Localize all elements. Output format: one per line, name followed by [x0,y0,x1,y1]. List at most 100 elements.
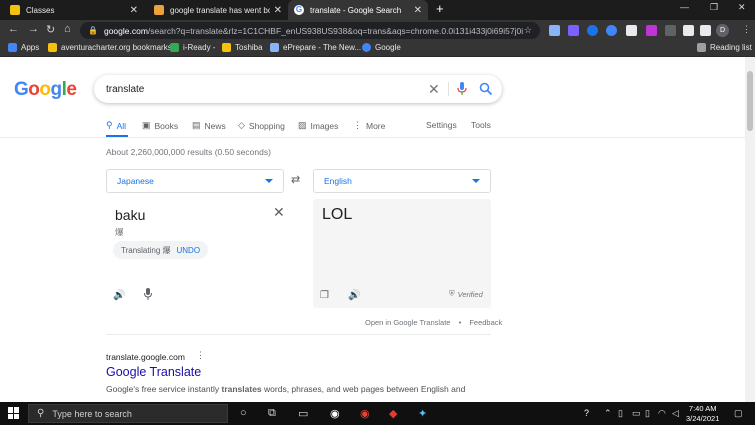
bookmark-toshiba[interactable]: Toshiba [222,43,263,52]
tab-label: Books [154,120,179,131]
bookmark-star-icon[interactable]: ☆ [524,25,532,36]
help-icon[interactable]: ? [584,408,589,418]
clock-time: 7:40 AM [688,404,717,413]
extension-icon[interactable] [665,25,676,36]
scrollbar-thumb[interactable] [747,71,753,131]
browser-tab-classes[interactable]: Classes ✕ [4,0,144,20]
home-icon[interactable]: ⌂ [64,23,71,35]
profile-avatar[interactable]: D [716,24,729,37]
browser-tab-bonkers[interactable]: google translate has went bonkers ✕ [148,0,288,20]
bookmark-eprepare[interactable]: ePrepare - The New... [270,43,361,52]
clear-search-icon[interactable]: ✕ [428,81,440,98]
source-language-select[interactable]: Japanese [106,169,284,193]
back-arrow-icon[interactable]: ← [8,23,19,35]
google-logo[interactable]: Google [14,79,77,101]
target-language-label: English [324,176,352,186]
new-tab-button[interactable]: + [436,1,444,16]
restore-icon[interactable]: ❐ [710,2,718,13]
roblox-icon[interactable]: ◆ [389,407,397,420]
extension-icon[interactable] [568,25,579,36]
tab-shopping[interactable]: ◇ Shopping [238,120,285,131]
result-divider [106,334,491,335]
search-input[interactable]: translate [106,84,144,95]
taskbar-search-box[interactable]: ⚲ Type here to search [28,404,228,423]
reading-list[interactable]: Reading list [697,43,752,52]
listen-target-speaker-icon[interactable]: 🔊 [348,290,360,301]
result-title-link[interactable]: Google Translate [106,365,201,379]
clear-source-icon[interactable]: ✕ [273,204,285,221]
volume-icon[interactable]: ◁ [672,408,679,419]
copy-icon[interactable]: ❐ [320,290,329,301]
taskbar-clock[interactable]: 7:40 AM 3/24/2021 [686,404,719,423]
extension-k2-icon[interactable] [606,25,617,36]
search-icon: ⚲ [37,408,45,419]
settings-link[interactable]: Settings [426,120,457,130]
address-bar[interactable]: 🔒 google.com/search?q=translate&rlz=1C1C… [80,22,540,39]
extension-k-icon[interactable] [587,25,598,36]
menu-kebab-icon[interactable]: ⋮ [742,24,751,35]
notifications-icon[interactable]: ▢ [734,408,743,419]
task-view-icon[interactable]: ⧉ [268,407,276,420]
feedback-link[interactable]: Feedback [469,318,502,327]
open-in-translate-link[interactable]: Open in Google Translate [365,318,450,327]
search-box[interactable]: translate ✕ [94,75,502,103]
tab-all[interactable]: ⚲ All [106,120,126,131]
minimize-icon[interactable]: — [680,2,689,12]
verified-badge: ⛨ Verified [449,289,483,299]
tab-label: Shopping [248,120,285,131]
tray-icon[interactable]: ▭ [632,408,641,419]
translating-label: Translating 爆 [121,245,171,255]
bookmark-aventura[interactable]: aventuracharter.org bookmarks [48,43,172,52]
microphone-icon[interactable] [144,288,152,300]
bookmark-apps[interactable]: Apps [8,43,39,52]
url-path: /search?q=translate&rlz=1C1CHBF_enUS938U… [147,25,524,36]
swap-languages-icon[interactable]: ⇄ [291,173,300,186]
book-icon: ▣ [142,120,151,130]
close-tab-icon[interactable]: ✕ [274,5,282,16]
tray-icon[interactable]: ⌃ [604,408,612,419]
cast-icon[interactable] [700,25,711,36]
target-language-select[interactable]: English [313,169,491,193]
tab-images[interactable]: ▨ Images [298,120,338,131]
bookmark-google[interactable]: Google [362,43,401,52]
source-language-label: Japanese [117,176,154,186]
news-icon: ▤ [192,120,201,130]
file-explorer-icon[interactable]: ▭ [298,407,308,420]
tab-books[interactable]: ▣ Books [142,120,178,131]
listen-source-speaker-icon[interactable]: 🔊 [113,290,125,301]
chrome-active-taskbar-icon[interactable]: ◉ [360,407,370,420]
logo-letter: e [66,79,77,100]
source-text-input[interactable]: baku [115,207,145,223]
chrome-taskbar-icon[interactable]: ◉ [330,407,340,420]
tab-more[interactable]: ⋮ More [353,120,385,131]
bookmark-label: Apps [21,43,40,52]
logo-letter: g [50,79,63,100]
extension-icon[interactable] [549,25,560,36]
result-options-icon[interactable]: ⋮ [196,350,205,361]
bookmarks-bar: Apps aventuracharter.org bookmarks i-Rea… [0,41,755,57]
tab-news[interactable]: ▤ News [192,120,226,131]
tools-link[interactable]: Tools [471,120,491,130]
puzzle-icon[interactable] [683,25,694,36]
close-tab-icon[interactable]: ✕ [414,5,422,16]
result-url[interactable]: translate.google.com [106,352,185,362]
close-tab-icon[interactable]: ✕ [130,5,138,16]
reload-icon[interactable]: ↻ [46,23,55,36]
logo-letter: o [28,79,40,100]
windows-start-icon[interactable] [8,407,20,419]
tray-icon[interactable]: ▯ [645,408,650,419]
search-icon[interactable] [479,82,493,96]
undo-button[interactable]: UNDO [177,246,201,255]
tray-icon[interactable]: ▯ [618,408,623,419]
app-icon[interactable]: ✦ [418,407,427,420]
window-close-icon[interactable]: ✕ [738,2,746,13]
microphone-icon[interactable] [457,82,467,96]
extension-icon[interactable] [626,25,637,36]
bookmark-iready[interactable]: i-Ready - [170,43,215,52]
page-scrollbar[interactable] [745,57,755,402]
browser-tab-google-search[interactable]: G translate - Google Search ✕ [288,0,428,20]
forward-arrow-icon[interactable]: → [28,23,39,35]
wifi-icon[interactable]: ◠ [658,408,666,419]
extension-icon[interactable] [646,25,657,36]
cortana-icon[interactable]: ○ [240,407,247,419]
